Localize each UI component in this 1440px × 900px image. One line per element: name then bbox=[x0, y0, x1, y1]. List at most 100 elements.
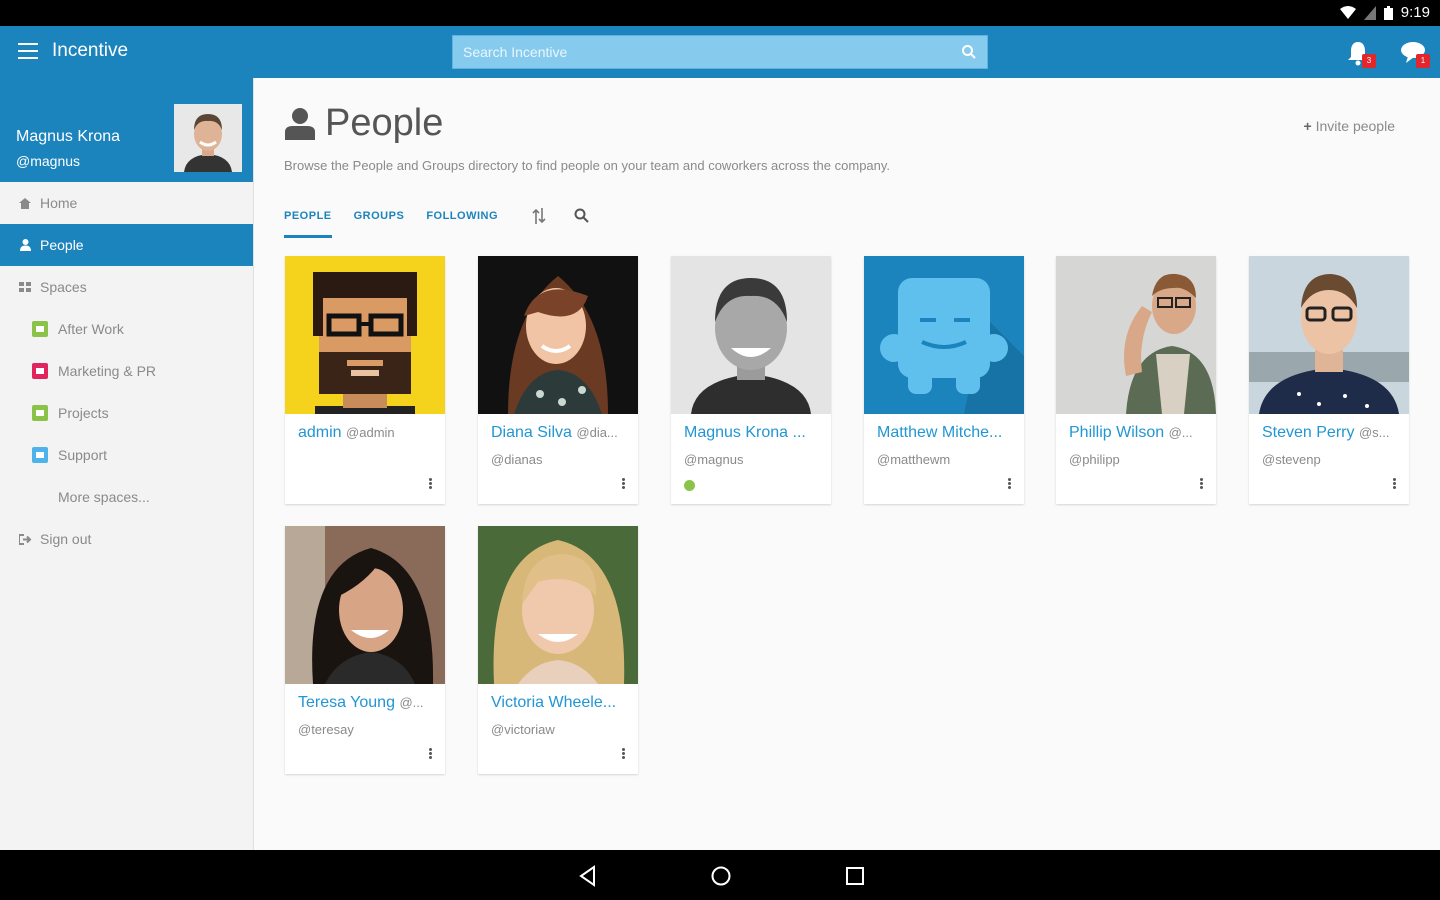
sidebar: Magnus Krona @magnus Home People Spaces … bbox=[0, 78, 254, 850]
search-box bbox=[452, 35, 988, 69]
person-icon bbox=[18, 238, 32, 252]
person-card[interactable]: Phillip Wilson @... @philipp bbox=[1056, 256, 1216, 504]
person-card[interactable]: Steven Perry @s... @stevenp bbox=[1249, 256, 1409, 504]
avatar bbox=[478, 526, 638, 684]
more-vert-icon[interactable] bbox=[429, 748, 433, 760]
profile-header[interactable]: Magnus Krona @magnus bbox=[0, 78, 253, 182]
person-handle: @dianas bbox=[491, 452, 543, 467]
person-card[interactable]: Diana Silva @dia... @dianas bbox=[478, 256, 638, 504]
plus-icon: + bbox=[1303, 118, 1312, 134]
recents-icon[interactable] bbox=[843, 864, 867, 888]
grid-icon bbox=[18, 280, 32, 294]
system-nav-bar bbox=[0, 850, 1440, 900]
page-header: People bbox=[285, 102, 443, 145]
sidebar-item-marketing[interactable]: Marketing & PR bbox=[0, 350, 253, 392]
tab-bar: PEOPLE GROUPS FOLLOWING bbox=[284, 208, 617, 238]
avatar bbox=[864, 256, 1024, 414]
person-card[interactable]: Magnus Krona ... @magnus bbox=[671, 256, 831, 504]
wifi-icon bbox=[1339, 5, 1356, 19]
person-handle: @stevenp bbox=[1262, 452, 1321, 467]
person-handle: @matthewm bbox=[877, 452, 951, 467]
more-vert-icon[interactable] bbox=[1393, 478, 1397, 490]
avatar bbox=[285, 256, 445, 414]
sidebar-item-label: After Work bbox=[58, 321, 124, 337]
home-icon bbox=[18, 196, 32, 210]
sidebar-item-more-spaces[interactable]: More spaces... bbox=[0, 476, 253, 518]
sidebar-item-projects[interactable]: Projects bbox=[0, 392, 253, 434]
more-vert-icon[interactable] bbox=[622, 478, 626, 490]
page-description: Browse the People and Groups directory t… bbox=[284, 158, 891, 173]
battery-icon bbox=[1383, 5, 1393, 20]
sidebar-item-home[interactable]: Home bbox=[0, 182, 253, 224]
home-icon[interactable] bbox=[709, 864, 733, 888]
person-name: admin @admin bbox=[298, 424, 395, 441]
main-content: People + Invite people Browse the People… bbox=[255, 78, 1440, 850]
notifications-button[interactable]: 3 bbox=[1346, 40, 1376, 68]
person-handle: @philipp bbox=[1069, 452, 1120, 467]
sidebar-item-label: People bbox=[40, 237, 84, 253]
person-name: Teresa Young @... bbox=[298, 694, 424, 711]
person-icon bbox=[285, 107, 315, 140]
person-name: Matthew Mitche... bbox=[877, 424, 1003, 441]
sidebar-item-support[interactable]: Support bbox=[0, 434, 253, 476]
avatar bbox=[174, 104, 242, 172]
sort-icon bbox=[532, 208, 546, 224]
sidebar-item-label: Spaces bbox=[40, 279, 87, 295]
invite-label: Invite people bbox=[1315, 118, 1395, 134]
sidebar-item-label: Home bbox=[40, 195, 78, 211]
avatar bbox=[1249, 256, 1409, 414]
person-handle: @teresay bbox=[298, 722, 354, 737]
space-color-icon bbox=[32, 363, 48, 379]
person-card[interactable]: Victoria Wheele... @victoriaw bbox=[478, 526, 638, 774]
space-color-icon bbox=[32, 447, 48, 463]
person-handle: @victoriaw bbox=[491, 722, 555, 737]
tab-people[interactable]: PEOPLE bbox=[284, 208, 332, 238]
profile-handle: @magnus bbox=[16, 153, 81, 169]
person-name: Steven Perry @s... bbox=[1262, 424, 1390, 441]
menu-icon[interactable] bbox=[18, 43, 38, 59]
sign-out-icon bbox=[18, 532, 32, 546]
app-title: Incentive bbox=[52, 40, 129, 61]
online-status-indicator bbox=[684, 480, 695, 491]
person-card[interactable]: Teresa Young @... @teresay bbox=[285, 526, 445, 774]
avatar bbox=[1056, 256, 1216, 414]
tab-following[interactable]: FOLLOWING bbox=[426, 208, 498, 238]
search-input[interactable] bbox=[453, 36, 987, 68]
avatar bbox=[478, 256, 638, 414]
more-vert-icon[interactable] bbox=[429, 478, 433, 490]
sidebar-item-label: Support bbox=[58, 447, 108, 463]
sidebar-item-sign-out[interactable]: Sign out bbox=[0, 518, 253, 560]
profile-name: Magnus Krona bbox=[16, 128, 121, 145]
sidebar-item-spaces[interactable]: Spaces bbox=[0, 266, 253, 308]
status-icons: 9:19 bbox=[1339, 4, 1430, 21]
sidebar-item-people[interactable]: People bbox=[0, 224, 253, 266]
avatar bbox=[671, 256, 831, 414]
person-handle: @magnus bbox=[684, 452, 744, 467]
more-vert-icon[interactable] bbox=[1008, 478, 1012, 490]
person-name: Victoria Wheele... bbox=[491, 694, 617, 711]
search-icon[interactable] bbox=[961, 44, 977, 60]
sidebar-item-label: More spaces... bbox=[58, 489, 150, 505]
avatar bbox=[285, 526, 445, 684]
app-bar: Incentive 3 1 bbox=[0, 26, 1440, 78]
sidebar-item-after-work[interactable]: After Work bbox=[0, 308, 253, 350]
space-color-icon bbox=[32, 405, 48, 421]
sidebar-item-label: Projects bbox=[58, 405, 109, 421]
more-vert-icon[interactable] bbox=[622, 748, 626, 760]
more-vert-icon[interactable] bbox=[1200, 478, 1204, 490]
messages-button[interactable]: 1 bbox=[1400, 40, 1430, 68]
sidebar-item-label: Marketing & PR bbox=[58, 363, 157, 379]
invite-people-button[interactable]: + Invite people bbox=[1304, 118, 1395, 134]
person-card[interactable]: Matthew Mitche... @matthewm bbox=[864, 256, 1024, 504]
signal-icon bbox=[1363, 5, 1376, 20]
clock: 9:19 bbox=[1400, 4, 1430, 21]
notification-badge: 3 bbox=[1362, 54, 1376, 68]
person-card[interactable]: admin @admin bbox=[285, 256, 445, 504]
sort-button[interactable] bbox=[532, 208, 546, 238]
back-icon[interactable] bbox=[576, 864, 600, 888]
tab-groups[interactable]: GROUPS bbox=[354, 208, 405, 238]
person-name: Magnus Krona ... bbox=[684, 424, 806, 441]
page-title: People bbox=[325, 102, 444, 144]
search-icon bbox=[574, 208, 589, 223]
filter-search-button[interactable] bbox=[574, 208, 589, 238]
